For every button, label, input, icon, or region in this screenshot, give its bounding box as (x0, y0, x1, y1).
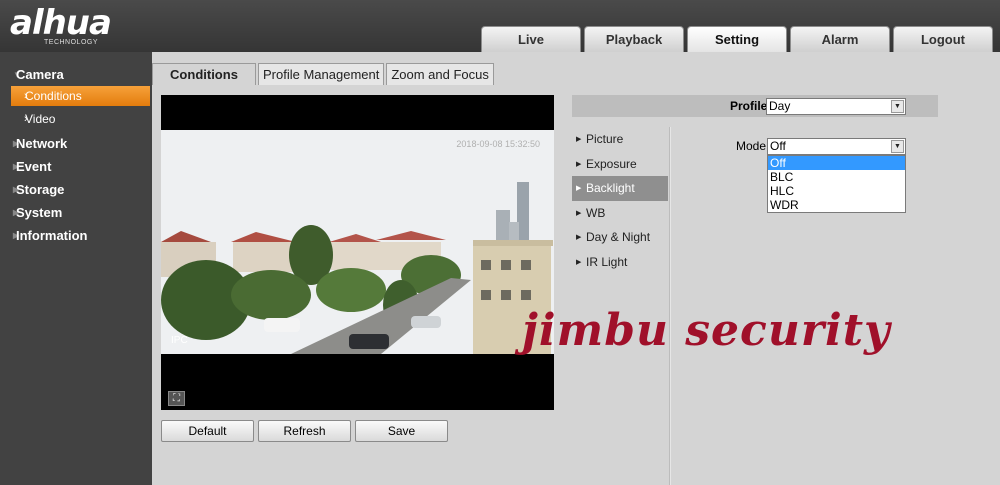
sidebar-section-label: System (16, 204, 63, 220)
triangle-right-icon: ▶ (13, 230, 20, 240)
top-navigation: Live Playback Setting Alarm Logout (481, 26, 996, 52)
sidebar-item-label: Video (25, 112, 56, 126)
fullscreen-icon[interactable]: ⛶ (168, 391, 185, 406)
menu-item-picture[interactable]: ▶ Picture (572, 127, 668, 152)
profile-label: Profile (730, 99, 768, 113)
menu-item-backlight[interactable]: ▶ Backlight (572, 176, 668, 201)
tab-conditions[interactable]: Conditions (152, 63, 256, 85)
menu-item-ir-light[interactable]: ▶ IR Light (572, 250, 668, 275)
mode-option-wdr[interactable]: WDR (768, 198, 905, 212)
default-button[interactable]: Default (161, 420, 254, 442)
content-tabs: Conditions Profile Management Zoom and F… (152, 63, 496, 85)
triangle-right-icon: ▶ (576, 258, 582, 266)
sidebar-section-storage[interactable]: ▶ Storage (0, 178, 152, 200)
chevron-right-icon: › (24, 113, 28, 125)
tab-zoom-and-focus[interactable]: Zoom and Focus (386, 63, 494, 85)
triangle-right-icon: ▶ (576, 185, 582, 193)
sidebar-section-label: Network (16, 135, 68, 151)
scene-illustration (161, 130, 554, 354)
tab-profile-management[interactable]: Profile Management (258, 63, 385, 85)
triangle-right-icon: ▶ (13, 161, 20, 171)
triangle-right-icon: ▶ (13, 138, 20, 148)
nav-tab-setting[interactable]: Setting (687, 26, 787, 52)
sidebar-item-label: Conditions (25, 89, 82, 103)
sidebar-section-network[interactable]: ▶ Network (0, 132, 152, 154)
nav-tab-live[interactable]: Live (481, 26, 581, 52)
sidebar: ▼ Camera › Conditions › Video ▶ Network … (0, 52, 152, 485)
sidebar-section-information[interactable]: ▶ Information (0, 224, 152, 246)
camera-name-overlay: IPC (171, 335, 188, 346)
sidebar-section-label: Event (16, 158, 52, 174)
video-preview: 2018-09-08 15:32:50 IPC ⛶ (161, 95, 554, 410)
menu-item-wb[interactable]: ▶ WB (572, 201, 668, 226)
chevron-down-icon: ▼ (891, 100, 904, 113)
sidebar-section-camera[interactable]: ▼ Camera (0, 63, 152, 85)
brand-logo: alhua (10, 3, 112, 43)
mode-option-hlc[interactable]: HLC (768, 184, 905, 198)
sidebar-section-label: Camera (16, 66, 64, 82)
triangle-down-icon: ▼ (13, 69, 21, 79)
triangle-right-icon: ▶ (576, 209, 582, 217)
chevron-down-icon: ▼ (891, 140, 904, 153)
triangle-right-icon: ▶ (13, 207, 20, 217)
save-button[interactable]: Save (355, 420, 448, 442)
sidebar-section-system[interactable]: ▶ System (0, 201, 152, 223)
refresh-button[interactable]: Refresh (258, 420, 351, 442)
camera-scene-image: 2018-09-08 15:32:50 IPC (161, 130, 554, 354)
menu-item-label: IR Light (586, 254, 628, 269)
nav-tab-logout[interactable]: Logout (893, 26, 993, 52)
sidebar-item-conditions[interactable]: › Conditions (11, 86, 150, 106)
triangle-right-icon: ▶ (576, 234, 582, 242)
menu-item-day-night[interactable]: ▶ Day & Night (572, 225, 668, 250)
triangle-right-icon: ▶ (576, 160, 582, 168)
profile-select-value: Day (769, 99, 791, 113)
menu-item-label: Picture (586, 132, 624, 147)
menu-item-label: WB (586, 205, 606, 220)
sidebar-section-label: Storage (16, 181, 65, 197)
video-timestamp: 2018-09-08 15:32:50 (456, 139, 540, 149)
mode-label: Mode (736, 139, 767, 153)
mode-select[interactable]: Off ▼ (767, 138, 906, 155)
mode-option-off[interactable]: Off (768, 156, 905, 170)
sidebar-section-event[interactable]: ▶ Event (0, 155, 152, 177)
sidebar-section-label: Information (16, 227, 88, 243)
profile-select[interactable]: Day ▼ (766, 98, 906, 115)
mode-option-blc[interactable]: BLC (768, 170, 905, 184)
mode-dropdown-list: Off BLC HLC WDR (767, 155, 906, 213)
chevron-right-icon: › (24, 90, 28, 102)
settings-menu: ▶ Picture ▶ Exposure ▶ Backlight ▶ WB ▶ Day &… (572, 127, 668, 274)
triangle-right-icon: ▶ (13, 184, 20, 194)
profile-bar: Profile Day ▼ (572, 95, 938, 117)
menu-item-label: Exposure (586, 156, 637, 171)
nav-tab-alarm[interactable]: Alarm (790, 26, 890, 52)
mode-select-value: Off (770, 139, 786, 153)
brand-logo-subtitle: TECHNOLOGY (44, 39, 99, 46)
triangle-right-icon: ▶ (576, 136, 582, 144)
nav-tab-playback[interactable]: Playback (584, 26, 684, 52)
watermark-text: jimbu security (522, 305, 891, 356)
menu-item-exposure[interactable]: ▶ Exposure (572, 152, 668, 177)
sidebar-item-video[interactable]: › Video (11, 109, 150, 129)
menu-item-label: Backlight (586, 181, 635, 196)
menu-item-label: Day & Night (586, 230, 651, 245)
header-bar: alhua TECHNOLOGY Live Playback Setting A… (0, 0, 1000, 52)
